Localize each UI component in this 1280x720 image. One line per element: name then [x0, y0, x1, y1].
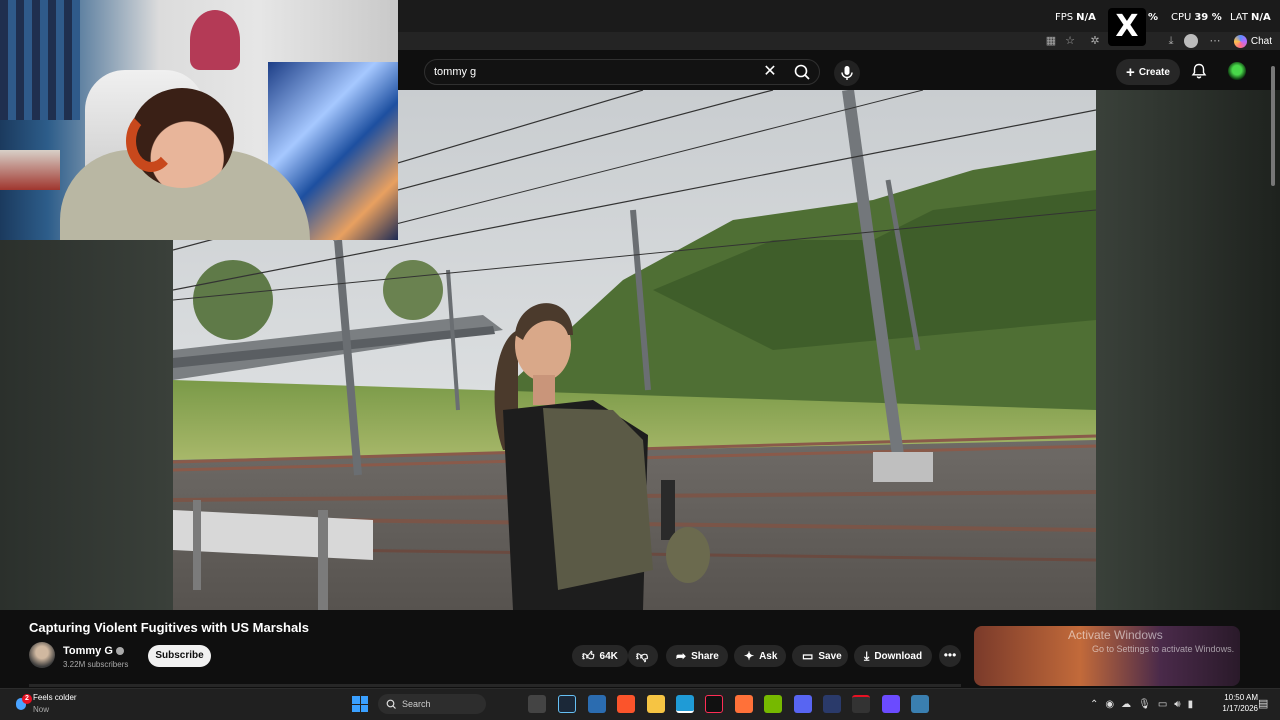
download-icon: ⤓: [864, 648, 870, 663]
thumbs-up-icon: 👍︎: [582, 648, 595, 663]
profile-avatar[interactable]: [1184, 34, 1198, 48]
taskbar: [0, 688, 1280, 720]
copilot-chat-button[interactable]: Chat: [1233, 32, 1272, 50]
thumbs-down-icon: 👎︎: [636, 648, 649, 663]
wall-art: [0, 0, 80, 120]
firefox-icon[interactable]: [735, 695, 753, 713]
voice-search-button[interactable]: [834, 60, 860, 86]
download-button[interactable]: ⤓ Download: [854, 645, 932, 667]
edge-icon[interactable]: [676, 695, 694, 713]
taskbar-search[interactable]: Search: [378, 694, 486, 714]
activate-windows-title: Activate Windows: [1068, 628, 1163, 642]
account-avatar[interactable]: [1228, 62, 1246, 80]
clock[interactable]: 10:50 AM 1/17/2026: [1210, 692, 1258, 714]
lat-stat: LAT N/A: [1230, 12, 1271, 23]
photos-icon[interactable]: [911, 695, 929, 713]
file-explorer-icon[interactable]: [647, 695, 665, 713]
app-icon[interactable]: [823, 695, 841, 713]
gpu-stat-partial: %: [1148, 12, 1159, 23]
brave-icon[interactable]: [617, 695, 635, 713]
like-button[interactable]: 👍︎ 64K: [572, 645, 628, 667]
microphone-icon: [841, 66, 853, 80]
performance-overlay: FPS N/A % CPU 39 % LAT N/A: [398, 0, 1280, 32]
chevron-up-icon[interactable]: ⌃: [1090, 699, 1098, 710]
bell-icon: [1191, 63, 1207, 79]
start-button[interactable]: [352, 696, 368, 712]
network-icon[interactable]: ▭: [1158, 699, 1167, 710]
search-icon: [386, 699, 396, 709]
task-view-icon[interactable]: [528, 695, 546, 713]
notification-center-icon[interactable]: ▤: [1258, 697, 1268, 710]
screen: FPS N/A % CPU 39 % LAT N/A X ▦ ☆ ✲ ⤓ ⋯ Chat…: [0, 0, 1280, 720]
bookmark-icon: ▭: [802, 649, 814, 663]
activate-windows-subtitle: Go to Settings to activate Windows.: [1092, 644, 1235, 654]
save-button[interactable]: ▭ Save: [792, 645, 848, 667]
shelf-figure: [190, 10, 240, 70]
search-icon: [794, 64, 810, 80]
share-button[interactable]: ➦ Share: [666, 645, 728, 667]
downloads-icon[interactable]: ⤓: [1164, 34, 1178, 48]
battery-icon[interactable]: ▮: [1188, 699, 1194, 710]
tab-grid-icon[interactable]: ▦: [1044, 34, 1058, 48]
verified-icon: [115, 647, 124, 656]
favorite-star-icon[interactable]: ☆: [1063, 34, 1077, 48]
browser-toolbar: ▦ ☆ ✲ ⤓ ⋯: [398, 32, 1280, 50]
tray-app-icon[interactable]: ◉: [1105, 699, 1114, 710]
copilot-icon: [1233, 34, 1247, 48]
subscriber-count: 3.22M subscribers: [63, 660, 129, 669]
share-icon: ➦: [676, 649, 687, 663]
create-button[interactable]: + Create: [1116, 59, 1180, 85]
plus-icon: +: [1126, 63, 1135, 81]
search-button[interactable]: [790, 61, 814, 83]
x-logo-icon: X: [1108, 8, 1146, 46]
onedrive-icon[interactable]: ☁: [1121, 699, 1131, 710]
tiktok-icon[interactable]: [705, 695, 723, 713]
headset-icon: [126, 110, 176, 172]
video-title: Capturing Violent Fugitives with US Mars…: [29, 620, 310, 635]
calculator-icon[interactable]: [882, 695, 900, 713]
subscribe-button[interactable]: Subscribe: [148, 645, 211, 667]
ambient-right: [1096, 90, 1280, 610]
sparkle-icon: ✦: [744, 649, 755, 663]
browser-menu-icon[interactable]: ⋯: [1208, 34, 1222, 48]
microphone-icon[interactable]: 🎙︎: [1138, 699, 1151, 710]
webcam-overlay: [0, 0, 398, 240]
weather-widget[interactable]: 2 Feels colder Now: [14, 690, 114, 718]
system-tray: ⌃ ◉ ☁ 🎙︎ ▭ 🔊︎ ▮: [1090, 693, 1193, 715]
cpu-stat: CPU 39 %: [1171, 12, 1222, 23]
volume-icon[interactable]: 🔊︎: [1174, 699, 1180, 710]
search-input-value: tommy g: [434, 66, 477, 78]
extensions-icon[interactable]: ✲: [1088, 34, 1102, 48]
discord-icon[interactable]: [794, 695, 812, 713]
weather-badge: 2: [22, 694, 32, 704]
notifications-button[interactable]: [1190, 62, 1208, 80]
recommended-thumbnail[interactable]: Activate Windows Go to Settings to activ…: [974, 626, 1240, 686]
description-divider: [29, 684, 961, 687]
obs-icon[interactable]: [852, 695, 870, 713]
channel-avatar[interactable]: [29, 642, 55, 668]
fps-stat: FPS N/A: [1055, 12, 1096, 23]
notepad-icon[interactable]: [588, 695, 606, 713]
weather-title: Feels colder: [33, 693, 77, 702]
shoe-shelf: [0, 150, 60, 190]
scrollbar-thumb[interactable]: [1271, 66, 1275, 186]
ask-button[interactable]: ✦ Ask: [734, 645, 786, 667]
ambient-left: [0, 240, 173, 610]
clear-search-icon[interactable]: ✕: [760, 62, 780, 82]
steam-icon[interactable]: [558, 695, 576, 713]
more-actions-button[interactable]: •••: [939, 645, 961, 667]
dislike-button[interactable]: 👎︎: [628, 645, 658, 667]
channel-name[interactable]: Tommy G: [63, 645, 124, 657]
nvidia-icon[interactable]: [764, 695, 782, 713]
weather-subtitle: Now: [33, 705, 50, 714]
